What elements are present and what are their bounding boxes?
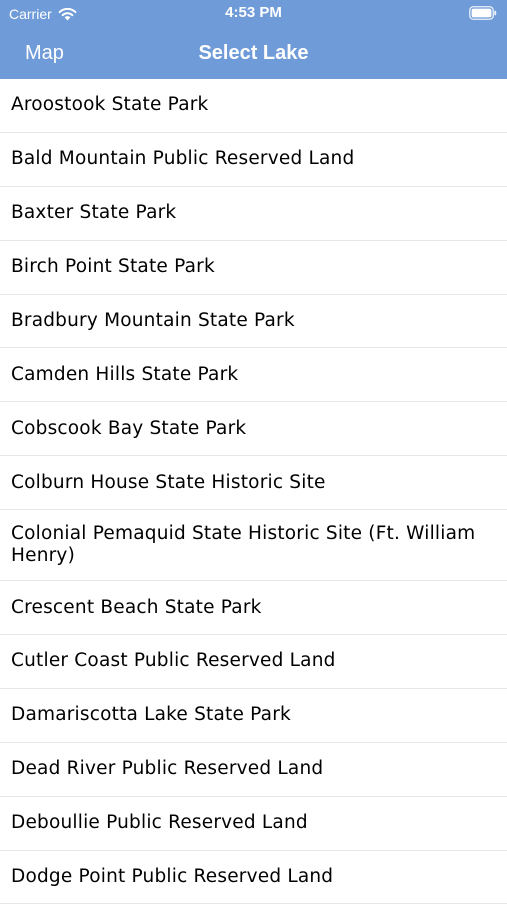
navigation-bar: Map Select Lake bbox=[0, 28, 507, 79]
list-item-label: Dead River Public Reserved Land bbox=[11, 758, 324, 780]
list-item[interactable]: Dodge Point Public Reserved Land bbox=[0, 851, 507, 904]
list-item-label: Birch Point State Park bbox=[11, 256, 215, 278]
list-item-label: Crescent Beach State Park bbox=[11, 596, 262, 618]
list-item[interactable]: Baxter State Park bbox=[0, 187, 507, 241]
list-item-label: Colburn House State Historic Site bbox=[11, 471, 326, 493]
list-item-label: Aroostook State Park bbox=[11, 94, 209, 116]
list-item-label: Bald Mountain Public Reserved Land bbox=[11, 148, 355, 170]
list-item-label: Damariscotta Lake State Park bbox=[11, 704, 291, 726]
list-item-label: Cobscook Bay State Park bbox=[11, 417, 247, 439]
list-item[interactable]: Colonial Pemaquid State Historic Site (F… bbox=[0, 510, 507, 582]
lake-list: Aroostook State Park Bald Mountain Publi… bbox=[0, 79, 507, 904]
list-item[interactable]: Deboullie Public Reserved Land bbox=[0, 797, 507, 851]
list-item-label: Baxter State Park bbox=[11, 202, 177, 224]
list-item[interactable]: Camden Hills State Park bbox=[0, 348, 507, 403]
list-item[interactable]: Dead River Public Reserved Land bbox=[0, 743, 507, 797]
battery-icon bbox=[469, 6, 497, 20]
top-bar: Carrier 4:53 PM Map Select Lake bbox=[0, 0, 507, 79]
list-item-label: Colonial Pemaquid State Historic Site (F… bbox=[11, 523, 476, 567]
list-item[interactable]: Crescent Beach State Park bbox=[0, 581, 507, 636]
status-bar: Carrier 4:53 PM bbox=[0, 0, 507, 28]
list-item-label: Bradbury Mountain State Park bbox=[11, 310, 295, 331]
list-item[interactable]: Damariscotta Lake State Park bbox=[0, 689, 507, 743]
list-item-label: Dodge Point Public Reserved Land bbox=[11, 866, 334, 888]
list-item[interactable]: Aroostook State Park bbox=[0, 79, 507, 133]
list-item[interactable]: Cobscook Bay State Park bbox=[0, 402, 507, 457]
list-item[interactable]: Colburn House State Historic Site bbox=[0, 456, 507, 511]
list-item[interactable]: Birch Point State Park bbox=[0, 241, 507, 295]
status-time: 4:53 PM bbox=[225, 4, 282, 21]
list-item-label: Camden Hills State Park bbox=[11, 363, 239, 385]
list-item[interactable]: Bradbury Mountain State Park bbox=[0, 295, 507, 349]
page-title: Select Lake bbox=[198, 42, 309, 64]
list-item[interactable]: Cutler Coast Public Reserved Land bbox=[0, 635, 507, 689]
list-item[interactable]: Bald Mountain Public Reserved Land bbox=[0, 133, 507, 187]
list-item-label: Cutler Coast Public Reserved Land bbox=[11, 650, 336, 672]
list-item-label: Deboullie Public Reserved Land bbox=[11, 812, 308, 834]
